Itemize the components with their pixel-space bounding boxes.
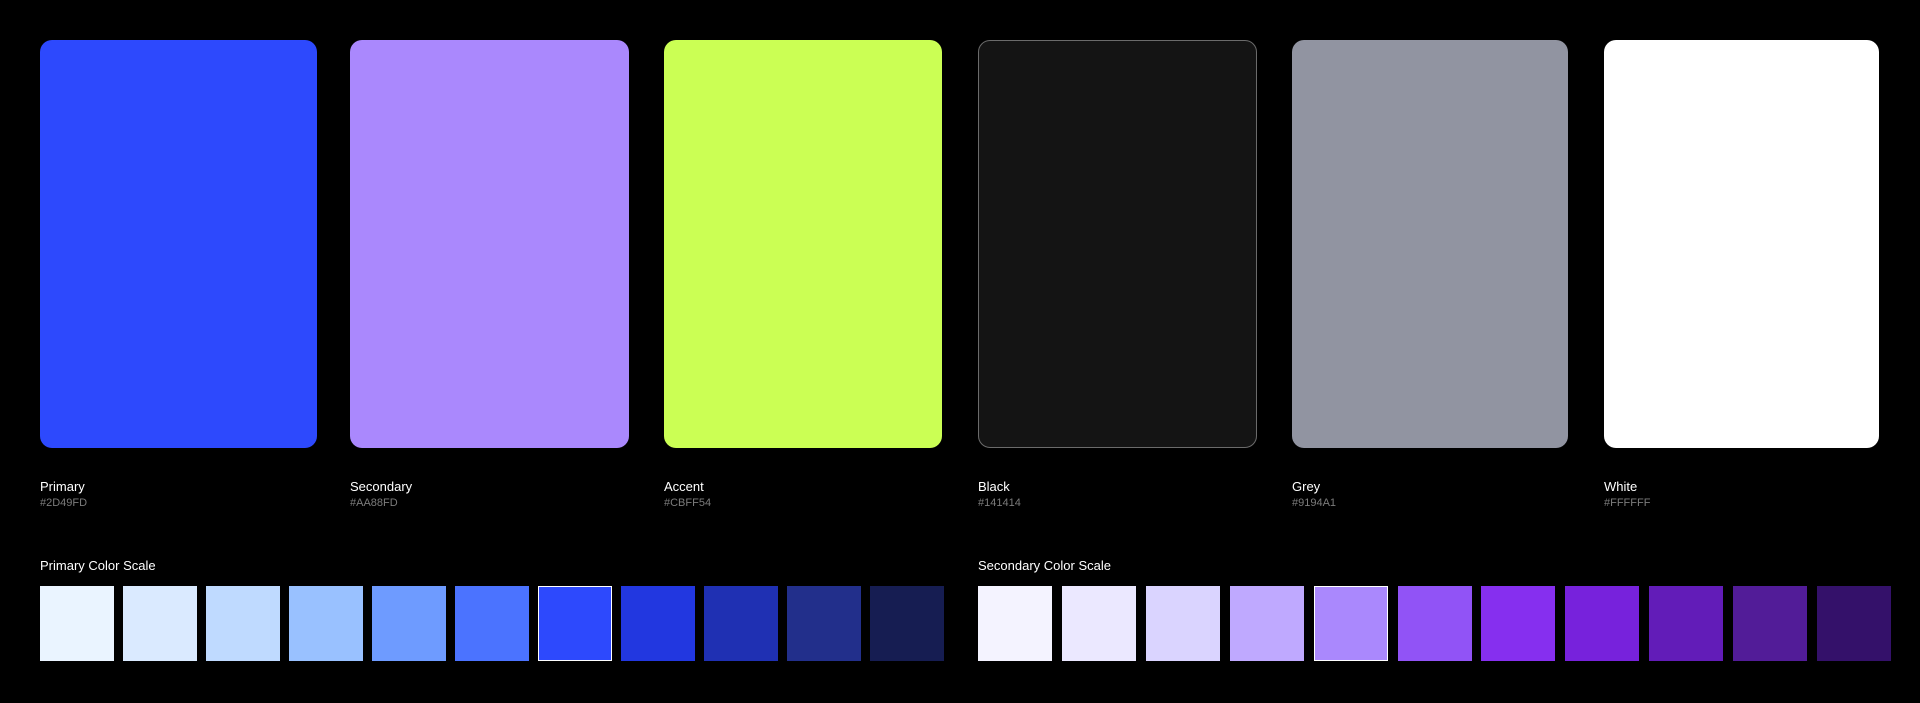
brand-color-palette: Primary #2D49FD Secondary #AA88FD Accent… [0,0,1920,520]
secondary-scale-title: Secondary Color Scale [978,558,1111,573]
secondary-scale-swatch-1[interactable] [978,586,1052,661]
secondary-scale-swatch-5[interactable] [1314,586,1388,661]
primary-scale-swatch-4[interactable] [289,586,363,661]
primary-color-scale [40,586,944,662]
secondary-scale-swatch-10[interactable] [1733,586,1807,661]
primary-scale-swatch-7[interactable] [538,586,612,661]
secondary-scale-swatch-11[interactable] [1817,586,1891,661]
secondary-swatch[interactable] [350,40,629,448]
primary-scale-swatch-9[interactable] [704,586,778,661]
secondary-scale-swatch-2[interactable] [1062,586,1136,661]
black-color-hex: #141414 [978,497,1021,509]
secondary-color-scale [978,586,1891,662]
white-swatch[interactable] [1604,40,1879,448]
grey-swatch[interactable] [1292,40,1568,448]
black-color-name: Black [978,479,1010,494]
accent-color-hex: #CBFF54 [664,497,712,509]
primary-scale-swatch-3[interactable] [206,586,280,661]
primary-scale-swatch-5[interactable] [372,586,446,661]
accent-color-name: Accent [664,479,704,494]
primary-color-name: Primary [40,479,85,494]
primary-scale-swatch-8[interactable] [621,586,695,661]
primary-color-hex: #2D49FD [40,497,88,509]
grey-color-hex: #9194A1 [1292,497,1337,509]
secondary-scale-swatch-7[interactable] [1481,586,1555,661]
primary-scale-title: Primary Color Scale [40,558,156,573]
primary-scale-swatch-2[interactable] [123,586,197,661]
primary-scale-swatch-11[interactable] [870,586,944,661]
secondary-scale-swatch-6[interactable] [1398,586,1472,661]
primary-swatch[interactable] [40,40,317,448]
secondary-color-hex: #AA88FD [350,497,398,509]
secondary-scale-swatch-8[interactable] [1565,586,1639,661]
white-color-hex: #FFFFFF [1604,497,1651,509]
secondary-scale-swatch-9[interactable] [1649,586,1723,661]
white-color-name: White [1604,479,1638,494]
black-swatch[interactable] [978,40,1257,448]
primary-scale-swatch-6[interactable] [455,586,529,661]
primary-scale-swatch-1[interactable] [40,586,114,661]
secondary-scale-swatch-4[interactable] [1230,586,1304,661]
grey-color-name: Grey [1292,479,1321,494]
primary-scale-swatch-10[interactable] [787,586,861,661]
secondary-color-name: Secondary [350,479,413,494]
accent-swatch[interactable] [664,40,942,448]
secondary-scale-swatch-3[interactable] [1146,586,1220,661]
